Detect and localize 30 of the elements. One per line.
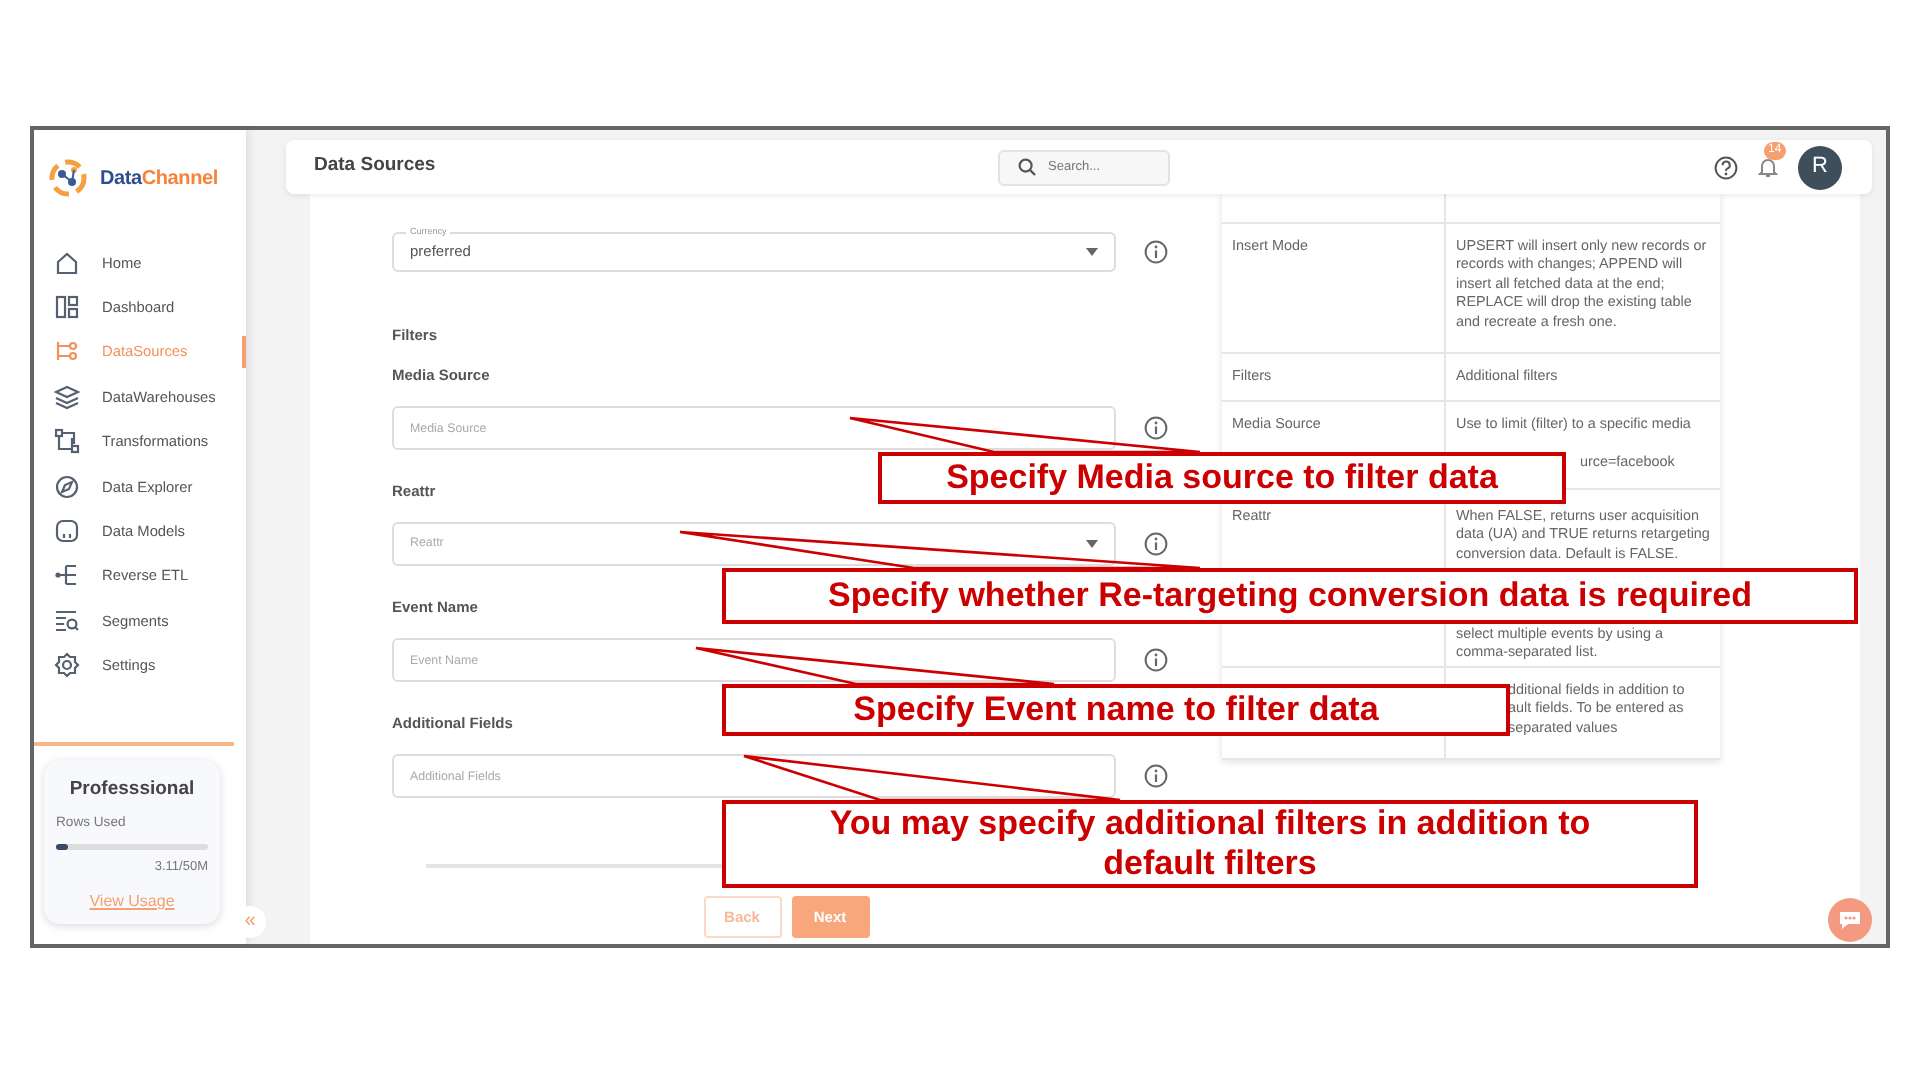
info-icon	[1144, 764, 1168, 788]
info-icon	[1144, 240, 1168, 264]
logo-icon	[48, 158, 88, 198]
help-icon[interactable]	[1714, 155, 1738, 179]
search-icon	[1018, 158, 1036, 176]
transform-icon	[54, 428, 80, 455]
home-icon	[54, 249, 80, 276]
callout-box: Specify Event name to filter data	[722, 684, 1510, 736]
plan-name: Professsional	[67, 775, 197, 804]
brand-name: DataChannel	[100, 165, 218, 193]
dashboard-icon	[54, 294, 80, 321]
cube-icon	[54, 518, 80, 545]
info-icon	[1144, 648, 1168, 672]
user-avatar[interactable]: R	[1798, 145, 1842, 189]
compass-icon	[54, 473, 80, 500]
callout-box: Specify Media source to filter data	[878, 452, 1566, 504]
callout-box: Specify whether Re-targeting conversion data is required	[722, 568, 1858, 624]
tree-icon	[54, 338, 80, 365]
chat-icon	[1838, 910, 1862, 930]
caret-icon	[1086, 540, 1098, 548]
page-title: Data Sources	[312, 152, 438, 181]
bell-icon[interactable]	[1758, 156, 1778, 178]
gear-icon	[54, 652, 80, 679]
info-icon	[1144, 416, 1168, 440]
callout-box: You may specify additional filters in addition to default filters	[722, 800, 1698, 888]
list-search-icon	[54, 607, 80, 634]
caret-icon	[1086, 248, 1098, 256]
info-icon	[1144, 532, 1168, 556]
branch-icon	[54, 562, 80, 589]
layers-icon	[54, 383, 80, 410]
